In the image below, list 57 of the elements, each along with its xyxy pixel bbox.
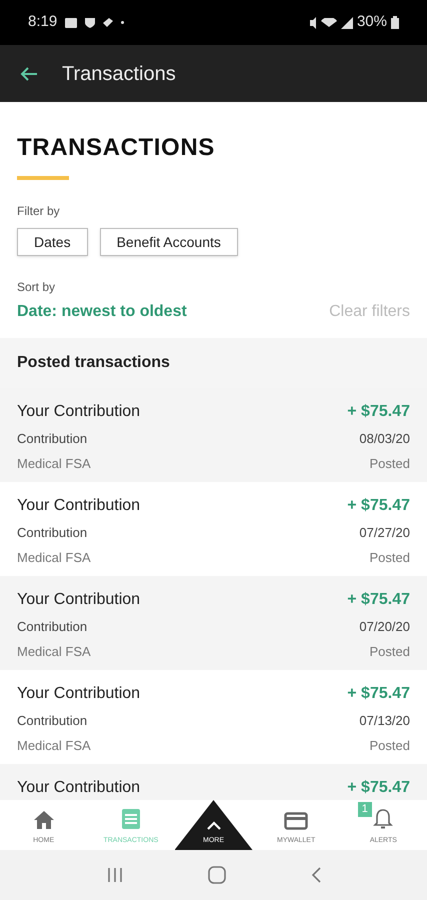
dot-icon — [121, 21, 124, 24]
bell-icon — [373, 808, 394, 830]
transaction-row[interactable]: Your Contribution + $75.47 Contribution 07/20/20 Medical FSA Posted — [0, 576, 427, 670]
card-icon — [284, 812, 308, 830]
transaction-status: Posted — [370, 642, 410, 660]
home-icon — [32, 810, 55, 830]
heading-underline — [17, 176, 69, 180]
back-icon[interactable] — [310, 867, 320, 883]
transaction-title: Your Contribution — [17, 496, 140, 516]
sort-dropdown[interactable]: Date: newest to oldest — [17, 300, 187, 324]
transaction-type: Contribution — [17, 618, 88, 636]
transaction-amount: + $75.47 — [347, 684, 410, 704]
transaction-account: Medical FSA — [17, 642, 91, 660]
transaction-type: Contribution — [17, 524, 88, 542]
chevron-up-icon — [206, 820, 220, 830]
page-heading: TRANSACTIONS — [17, 133, 216, 163]
transaction-status: Posted — [370, 736, 410, 754]
mute-icon — [310, 16, 317, 28]
transaction-status: Posted — [370, 454, 410, 472]
transaction-amount: + $75.47 — [347, 778, 410, 798]
transaction-account: Medical FSA — [17, 548, 91, 566]
transaction-date: 07/13/20 — [359, 712, 410, 730]
recent-apps-icon[interactable] — [106, 867, 122, 883]
filter-label: Filter by — [17, 203, 61, 220]
transaction-amount: + $75.47 — [347, 402, 410, 422]
image-icon — [65, 18, 78, 28]
transaction-row[interactable]: Your Contribution + $75.47 Contribution 08/03/20 Medical FSA Posted — [0, 388, 427, 482]
transaction-row[interactable]: Your Contribution + $75.47 — [0, 764, 427, 800]
transaction-title: Your Contribution — [17, 402, 140, 422]
transaction-type: Contribution — [17, 712, 88, 730]
signal-icon — [340, 16, 353, 28]
transaction-date: 08/03/20 — [359, 430, 410, 448]
transaction-type: Contribution — [17, 430, 88, 448]
sort-label: Sort by — [17, 279, 56, 296]
transaction-date: 07/27/20 — [359, 524, 410, 542]
back-arrow-icon[interactable] — [20, 66, 38, 82]
transaction-status: Posted — [370, 548, 410, 566]
clock: 8:19 — [28, 12, 58, 32]
wifi-icon — [320, 18, 337, 27]
transaction-title: Your Contribution — [17, 778, 140, 798]
transaction-title: Your Contribution — [17, 590, 140, 610]
transaction-date: 07/20/20 — [359, 618, 410, 636]
alert-badge: 1 — [358, 802, 372, 817]
section-title: Posted transactions — [17, 353, 170, 373]
list-icon — [120, 808, 141, 830]
filter-button[interactable]: Benefit Accounts — [100, 228, 238, 256]
shield-icon — [85, 18, 96, 28]
transaction-account: Medical FSA — [17, 736, 91, 754]
app-bar-title: Transactions — [62, 62, 176, 86]
transaction-amount: + $75.47 — [347, 496, 410, 516]
battery-icon — [391, 16, 399, 29]
transaction-amount: + $75.47 — [347, 590, 410, 610]
transaction-account: Medical FSA — [17, 454, 91, 472]
filter-button[interactable]: Dates — [17, 228, 88, 256]
transaction-title: Your Contribution — [17, 684, 140, 704]
home-button-icon[interactable] — [208, 866, 226, 884]
battery-percent: 30% — [356, 12, 387, 32]
